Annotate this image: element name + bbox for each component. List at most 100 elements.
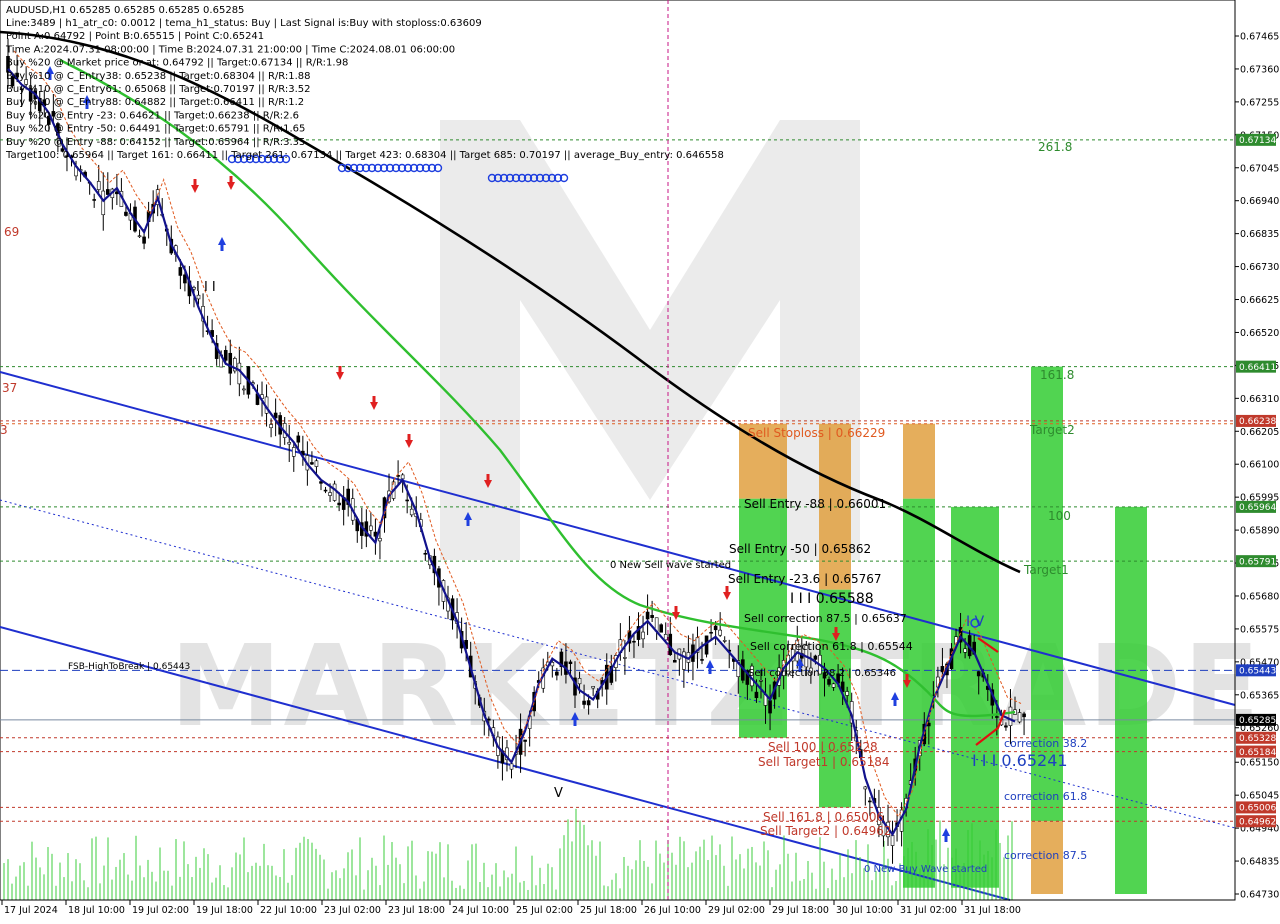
candle-body (332, 483, 337, 501)
price-tick-label: 0.64730 (1240, 890, 1279, 901)
price-tick-label: 0.66100 (1240, 460, 1279, 471)
sell-stoploss-zone-3 (903, 423, 935, 499)
candle-body (228, 352, 233, 374)
price-tick-label: 0.65045 (1240, 791, 1279, 802)
time-tick-label: 22 Jul 10:00 (260, 905, 317, 916)
candle-body (1022, 713, 1026, 718)
candle-body (827, 679, 831, 685)
candle-body (137, 235, 142, 238)
candle-body (1008, 706, 1013, 726)
sell-correction-875-label: Sell correction 87.5 | 0.65637 (744, 612, 907, 625)
price-axis: 0.674650.673600.672550.671500.670450.669… (1234, 0, 1279, 901)
candle-body (287, 442, 292, 445)
time-tick-label: 31 Jul 18:00 (964, 905, 1021, 916)
info-line: Buy %20 @ Market price or at: 0.64792 ||… (6, 58, 348, 69)
candle-body (92, 199, 96, 201)
target-100-label: 100 (1048, 509, 1071, 523)
price-tick-label: 0.65890 (1240, 526, 1279, 537)
candle-body (709, 631, 713, 634)
left-level-3-label: 3 (0, 423, 8, 437)
candle-body (663, 634, 668, 641)
wave-iv-label: I V (966, 614, 985, 630)
target-161-label: 161.8 (1040, 368, 1074, 382)
candle-body (650, 615, 654, 618)
chart-window: MARKETZITRADE FSB-HighToBreak | 0.65443 S… (0, 0, 1280, 920)
candle-body (237, 362, 242, 385)
time-tick-label: 24 Jul 10:00 (452, 905, 509, 916)
buy-target-zone-3 (1115, 506, 1147, 894)
time-tick-label: 29 Jul 02:00 (708, 905, 765, 916)
candle-body (718, 629, 722, 636)
time-tick-label: 26 Jul 10:00 (644, 905, 701, 916)
candle-body (409, 508, 414, 516)
candle-body (196, 294, 201, 300)
candle-body (101, 190, 106, 216)
info-line: Line:3489 | h1_atr_c0: 0.0012 | tema_h1_… (6, 18, 482, 29)
price-tick-label: 0.67360 (1240, 64, 1279, 75)
candle-body (868, 800, 872, 803)
candle-body (759, 679, 763, 682)
candle-body (927, 722, 931, 727)
candle-body (269, 424, 273, 429)
sell-entry-23-label: Sell Entry -23.6 | 0.65767 (728, 572, 882, 586)
price-tag-label: 0.65006 (1239, 804, 1276, 814)
sell-target1-label: Sell Target1 | 0.65184 (758, 755, 890, 769)
sell-target2-label: Sell Target2 | 0.64962 (760, 824, 892, 838)
candle-body (96, 181, 101, 190)
info-line: Buy %10 @ C_Entry61: 0.65068 || Target:0… (6, 84, 311, 95)
candle-body (722, 640, 727, 642)
time-tick-label: 23 Jul 18:00 (388, 905, 445, 916)
candle-body (423, 552, 428, 555)
candle-body (178, 267, 183, 276)
new-buy-wave-label: 0 New Buy Wave started (864, 864, 987, 875)
candle-body (623, 657, 627, 659)
candle-body (845, 691, 849, 696)
symbol-line: AUDUSD,H1 0.65285 0.65285 0.65285 0.6528… (6, 5, 244, 16)
candle-body (183, 274, 187, 284)
time-tick-label: 29 Jul 18:00 (772, 905, 829, 916)
point-c-label: I I I 0.65241 (972, 751, 1068, 770)
correction-618-label: correction 61.8 (1004, 790, 1087, 803)
candle-body (509, 763, 514, 770)
left-level-69-label: 69 (4, 225, 19, 239)
price-chart[interactable]: MARKETZITRADE FSB-HighToBreak | 0.65443S… (0, 0, 1280, 920)
info-line: Time A:2024.07.31 08:00:00 | Time B:2024… (5, 44, 455, 55)
candle-body (314, 460, 319, 467)
price-tick-label: 0.66730 (1240, 262, 1279, 273)
price-tick-label: 0.64835 (1240, 857, 1279, 868)
candle-body (700, 659, 704, 661)
target1-label: Target1 (1023, 563, 1069, 577)
price-tag-label: 0.66411 (1239, 363, 1276, 373)
info-line: Target100: 0.65964 || Target 161: 0.6641… (5, 150, 724, 161)
price-tick-label: 0.67255 (1240, 97, 1279, 108)
price-tick-label: 0.67465 (1240, 32, 1279, 43)
candle-body (328, 492, 332, 496)
price-tag-label: 0.64962 (1239, 818, 1276, 828)
new-sell-wave-label: 0 New Sell wave started (610, 560, 731, 571)
sell-entry-88-label: Sell Entry -88 | 0.66001 (744, 497, 886, 511)
candle-body (641, 631, 645, 640)
price-tag-label: 0.65328 (1239, 734, 1276, 744)
time-tick-label: 31 Jul 02:00 (900, 905, 957, 916)
candle-body (672, 659, 677, 663)
sell-100-label: Sell 100 | 0.65228 (768, 740, 878, 754)
price-tick-label: 0.66625 (1240, 295, 1279, 306)
info-line: Buy %20 @ Entry -23: 0.64621 || Target:0… (6, 110, 299, 121)
time-tick-label: 17 Jul 2024 (4, 905, 58, 916)
info-line: Buy %20 @ Entry -50: 0.64491 || Target:0… (6, 124, 305, 135)
wave-v-label: V (554, 786, 563, 801)
candle-body (813, 655, 818, 660)
wave-level-label: I I I 0.65588 (790, 591, 874, 607)
time-tick-label: 25 Jul 18:00 (580, 905, 637, 916)
price-tag-label: 0.65791 (1239, 557, 1276, 567)
info-line: Buy %10 @ C_Entry38: 0.65238 || Target:0… (6, 71, 311, 82)
candle-body (713, 625, 718, 631)
time-axis: 17 Jul 2024 18 Jul 10:00 19 Jul 02:00 19 Ju… (0, 899, 1235, 916)
price-tick-label: 0.66310 (1240, 394, 1279, 405)
candle-body (291, 447, 296, 457)
candle-body (1017, 712, 1022, 723)
time-tick-label: 18 Jul 10:00 (68, 905, 125, 916)
price-tag-label: 0.65184 (1239, 748, 1276, 758)
price-tick-label: 0.65150 (1240, 758, 1279, 769)
left-level-37-label: 37 (2, 381, 17, 395)
